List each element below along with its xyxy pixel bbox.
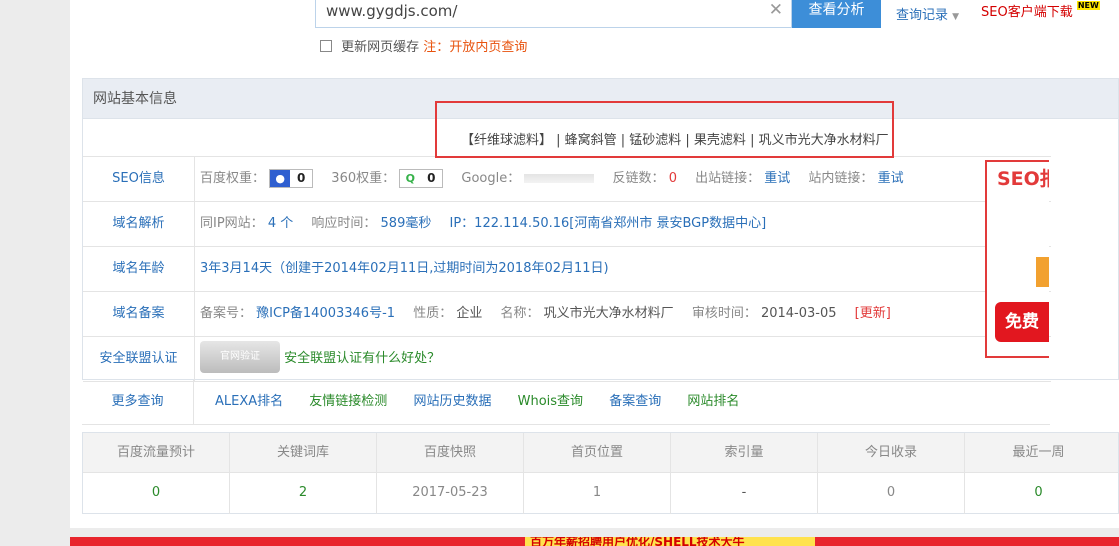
stats-header: 索引量 <box>671 433 818 472</box>
response-value: 589毫秒 <box>380 216 432 231</box>
dns-label[interactable]: 域名解析 <box>83 202 195 246</box>
paw-icon: ● <box>270 170 291 187</box>
backlinks-label: 反链数： <box>612 171 665 186</box>
seo-info-row: SEO信息 百度权重： ● 0 360权重： Q0 Google： 反链数： 0 … <box>83 157 1051 202</box>
stats-header: 关键词库 <box>230 433 377 472</box>
inlinks-retry-link[interactable]: 重试 <box>878 171 904 186</box>
ad-cta-button[interactable]: 免费 <box>995 302 1049 342</box>
google-label: Google： <box>461 171 521 186</box>
google-pr-bar <box>524 174 595 183</box>
domain-age-value: 3年3月14天（创建于2014年02月11日,过期时间为2018年02月11日) <box>200 261 609 276</box>
new-badge: NEW <box>1076 1 1100 10</box>
refresh-cache-label[interactable]: 更新网页缓存 <box>341 40 419 55</box>
icp-nature-value: 企业 <box>456 306 483 321</box>
icp-audit-label: 审核时间： <box>691 306 757 321</box>
baidu-weight-value: 0 <box>296 171 306 185</box>
baidu-weight-label: 百度权重： <box>200 171 266 186</box>
caret-down-icon[interactable]: ▼ <box>952 12 959 22</box>
refresh-cache-checkbox[interactable] <box>320 40 332 52</box>
right-ad-banner[interactable]: SEO报 免费 <box>985 160 1049 358</box>
whois-link[interactable]: Whois查询 <box>518 394 583 409</box>
stats-header-row: 百度流量预计 关键词库 百度快照 首页位置 索引量 今日收录 最近一周 <box>83 433 1118 473</box>
last-week-value[interactable]: 0 <box>965 473 1112 514</box>
history-data-link[interactable]: 网站历史数据 <box>413 394 491 409</box>
ad-title: SEO报 <box>997 168 1049 190</box>
dns-row: 域名解析 同IP网站： 4 个 响应时间： 589毫秒 IP：122.114.5… <box>83 202 1051 247</box>
homepage-position-value: 1 <box>524 473 671 514</box>
client-download-link[interactable]: SEO客户端下载 NEW <box>981 1 1100 20</box>
analyze-button[interactable]: 查看分析 <box>792 0 881 28</box>
stats-header: 今日收录 <box>818 433 965 472</box>
icp-query-link[interactable]: 备案查询 <box>609 394 661 409</box>
360-weight-value: 0 <box>427 171 436 185</box>
refresh-cache-row: 更新网页缓存 注：开放内页查询 <box>320 36 527 55</box>
stats-header: 百度快照 <box>377 433 524 472</box>
site-rank-link[interactable]: 网站排名 <box>687 394 739 409</box>
page-container: www.gygdjs.com/ ✕ 查看分析 查询记录 ▼ SEO客户端下载 N… <box>70 0 1119 528</box>
stats-header: 百度流量预计 <box>83 433 230 472</box>
response-label: 响应时间： <box>311 216 377 231</box>
icp-row: 域名备案 备案号： 豫ICP备14003346号-1 性质： 企业 名称： 巩义… <box>83 292 1051 337</box>
bottom-ad-banner[interactable]: 百万年薪招聘用户优化/SHELL技术大牛 <box>70 537 1119 546</box>
history-label[interactable]: 查询记录 <box>896 8 948 23</box>
inlinks-label: 站内链接： <box>808 171 874 186</box>
icp-no-value[interactable]: 豫ICP备14003346号-1 <box>256 306 395 321</box>
icp-update-link[interactable]: [更新] <box>855 306 891 321</box>
same-ip-value[interactable]: 4 个 <box>268 216 293 231</box>
icp-nature-label: 性质： <box>413 306 453 321</box>
360-icon: Q <box>400 170 421 187</box>
url-value[interactable]: www.gygdjs.com/ <box>326 2 457 20</box>
friend-links-link[interactable]: 友情链接检测 <box>309 394 387 409</box>
security-row: 安全联盟认证 官网验证 安全联盟认证有什么好处？ <box>83 337 1051 382</box>
keyword-count-value[interactable]: 2 <box>230 473 377 514</box>
more-queries-label[interactable]: 更多查询 <box>82 380 194 424</box>
history-dropdown[interactable]: 查询记录 ▼ <box>896 4 959 23</box>
icp-name-label: 名称： <box>500 306 540 321</box>
seo-info-label[interactable]: SEO信息 <box>83 157 195 201</box>
360-weight-badge[interactable]: Q0 <box>399 169 444 188</box>
index-count-value: - <box>671 473 818 514</box>
icp-audit-value: 2014-03-05 <box>760 306 837 321</box>
close-icon[interactable]: ✕ <box>769 0 783 20</box>
url-search-input[interactable]: www.gygdjs.com/ ✕ <box>315 0 792 28</box>
ip-info[interactable]: IP：122.114.50.16[河南省郑州市 景安BGP数据中心] <box>450 216 767 231</box>
icp-label[interactable]: 域名备案 <box>83 292 195 336</box>
domain-age-row: 域名年龄 3年3月14天（创建于2014年02月11日,过期时间为2018年02… <box>83 247 1051 292</box>
stats-table: 百度流量预计 关键词库 百度快照 首页位置 索引量 今日收录 最近一周 0 2 … <box>82 432 1119 514</box>
outlinks-retry-link[interactable]: 重试 <box>764 171 790 186</box>
stats-value-row: 0 2 2017-05-23 1 - 0 0 <box>83 473 1118 514</box>
stats-header: 最近一周 <box>1012 445 1065 460</box>
baidu-snapshot-value: 2017-05-23 <box>377 473 524 514</box>
security-label[interactable]: 安全联盟认证 <box>83 337 195 381</box>
today-indexed-value: 0 <box>818 473 965 514</box>
security-benefit-link[interactable]: 安全联盟认证有什么好处？ <box>284 351 440 366</box>
red-highlight-box <box>435 101 894 158</box>
alexa-link[interactable]: ALEXA排名 <box>215 394 283 409</box>
more-queries-row: 更多查询 ALEXA排名 友情链接检测 网站历史数据 Whois查询 备案查询 … <box>82 380 1050 425</box>
bottom-ad-text: 百万年薪招聘用户优化/SHELL技术大牛 <box>530 537 745 546</box>
note-prefix: 注： <box>423 40 450 55</box>
360-weight-label: 360权重： <box>331 171 396 186</box>
baidu-traffic-value[interactable]: 0 <box>83 473 230 514</box>
icp-name-value: 巩义市光大净水材料厂 <box>543 306 674 321</box>
domain-age-label[interactable]: 域名年龄 <box>83 247 195 291</box>
client-download-label[interactable]: SEO客户端下载 <box>981 5 1073 20</box>
site-info-panel: 网站基本信息 【纤维球滤料】 | 蜂窝斜管 | 锰砂滤料 | 果壳滤料 | 巩义… <box>82 78 1119 382</box>
stats-header: 首页位置 <box>524 433 671 472</box>
note-text: 开放内页查询 <box>449 40 528 55</box>
security-seal-icon[interactable]: 官网验证 <box>200 340 280 373</box>
icp-no-label: 备案号： <box>200 306 253 321</box>
baidu-weight-badge[interactable]: ● 0 <box>269 169 314 188</box>
gift-icon <box>1036 257 1049 287</box>
same-ip-label: 同IP网站： <box>200 216 264 231</box>
outlinks-label: 出站链接： <box>695 171 761 186</box>
backlinks-value[interactable]: 0 <box>669 171 677 186</box>
